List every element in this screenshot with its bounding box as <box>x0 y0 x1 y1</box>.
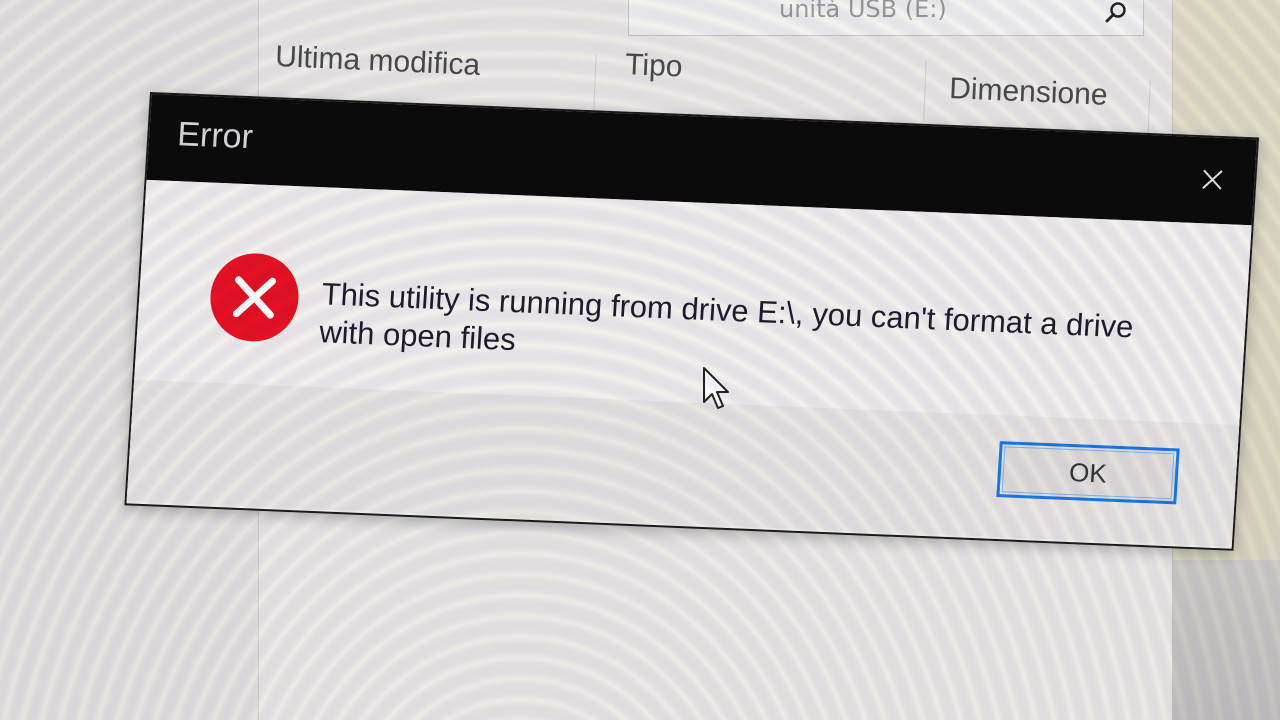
search-box-placeholder: unità USB (E:) <box>779 0 947 23</box>
close-icon[interactable] <box>1191 159 1233 201</box>
search-box[interactable]: unità USB (E:) <box>628 0 1144 36</box>
screen: unità USB (E:) Ultima modifica Tipo Dime… <box>0 0 1280 720</box>
error-dialog: Error This utility is running from drive… <box>124 92 1260 551</box>
error-icon <box>207 251 302 345</box>
mouse-pointer-icon <box>702 366 734 414</box>
search-icon[interactable] <box>1105 1 1127 23</box>
ok-button-label: OK <box>1068 456 1108 489</box>
column-header-tipo[interactable]: Tipo <box>623 48 927 122</box>
error-message: This utility is running from drive E:\, … <box>318 276 1135 358</box>
ok-button[interactable]: OK <box>996 441 1180 505</box>
desktop-background-lower <box>1160 560 1280 720</box>
dialog-title: Error <box>176 115 255 157</box>
